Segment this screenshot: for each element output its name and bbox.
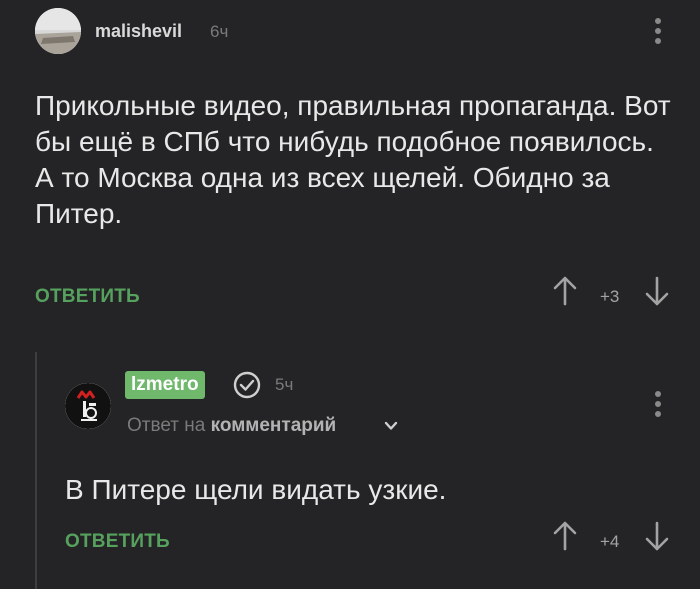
reply-to-target: комментарий	[210, 415, 337, 436]
reply-button[interactable]: ОТВЕТИТЬ	[65, 531, 170, 553]
avatar-image	[35, 8, 81, 54]
arrow-down-icon[interactable]	[644, 521, 670, 556]
chevron-down-icon[interactable]	[384, 419, 398, 433]
author-badge[interactable]: lzmetro	[125, 371, 205, 399]
metro-logo-icon	[65, 383, 111, 429]
arrow-up-icon[interactable]	[552, 276, 578, 311]
reply-to-prefix: Ответ на	[127, 415, 206, 436]
rating-score: +3	[600, 287, 620, 306]
check-circle-icon	[232, 370, 262, 400]
avatar-malishevil[interactable]	[35, 8, 81, 54]
kebab-menu-icon[interactable]	[654, 391, 662, 417]
kebab-menu-icon[interactable]	[654, 18, 662, 44]
arrow-down-icon[interactable]	[644, 276, 670, 311]
rating-score: +4	[600, 532, 620, 551]
arrow-up-icon[interactable]	[552, 521, 578, 556]
comment-time: 6ч	[210, 22, 229, 41]
comment-author[interactable]: malishevil	[95, 21, 182, 42]
reply-to-link[interactable]: Ответ на комментарий	[127, 415, 336, 437]
comment-text: Прикольные видео, правильная пропаганда.…	[35, 90, 671, 229]
comment-text: В Питере щели видать узкие.	[65, 474, 447, 505]
comment-time: 5ч	[275, 375, 294, 394]
thread-line[interactable]	[35, 352, 37, 589]
reply-button[interactable]: ОТВЕТИТЬ	[35, 286, 140, 308]
avatar-lzmetro[interactable]	[65, 383, 111, 429]
